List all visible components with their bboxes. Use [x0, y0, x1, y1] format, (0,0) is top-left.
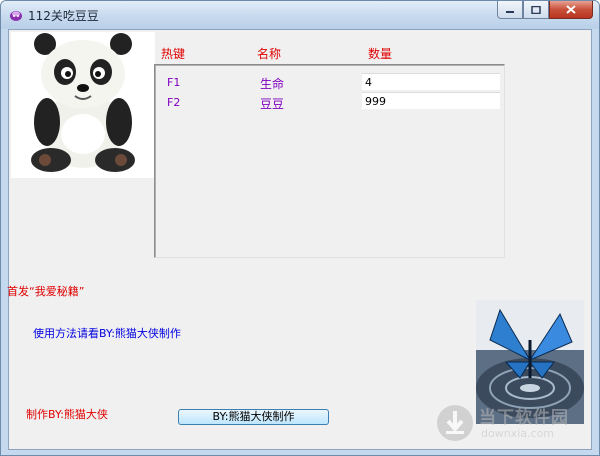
maximize-button[interactable]	[523, 1, 549, 19]
minimize-button[interactable]	[497, 1, 523, 19]
maximize-icon	[531, 5, 541, 14]
close-button[interactable]	[549, 1, 593, 19]
minimize-icon	[506, 10, 514, 13]
value-field[interactable]: 4	[362, 73, 500, 90]
watermark: 当下软件园 downxia.com	[431, 401, 591, 447]
column-header-value[interactable]: 数量	[368, 45, 392, 62]
value-field[interactable]: 999	[362, 92, 500, 109]
cheat-list[interactable]: 热键 名称 数量 F1 生命 4 F2 豆豆 999	[154, 47, 505, 258]
watermark-brand: 当下软件园	[479, 408, 569, 428]
client-area: 热键 名称 数量 F1 生命 4 F2 豆豆 999 首发“我爱秘籍” 使用方法…	[7, 29, 592, 450]
close-icon	[566, 5, 576, 14]
panda-image	[11, 32, 155, 178]
app-icon	[10, 11, 22, 21]
window-title: 112关吃豆豆	[28, 9, 99, 23]
title-bar[interactable]: 112关吃豆豆	[1, 1, 599, 29]
author-button[interactable]: BY:熊猫大侠制作	[178, 409, 329, 425]
name-cell: 生命	[260, 77, 285, 91]
first-release-label: 首发“我爱秘籍”	[7, 285, 85, 298]
app-window: 112关吃豆豆 热键 名称 数量 F1 生命 4 F2 豆豆 999 首发“我爱…	[0, 0, 600, 456]
download-icon	[437, 405, 473, 441]
hotkey-cell: F2	[167, 96, 181, 109]
watermark-url: downxia.com	[481, 427, 554, 440]
caption-buttons	[497, 1, 593, 21]
column-header-hotkey[interactable]: 热键	[161, 45, 185, 62]
hotkey-cell: F1	[167, 76, 181, 89]
made-by-label: 制作BY:熊猫大侠	[26, 408, 108, 421]
column-header-name[interactable]: 名称	[257, 45, 281, 62]
name-cell: 豆豆	[260, 97, 285, 111]
usage-label: 使用方法请看BY:熊猫大侠制作	[33, 327, 181, 340]
